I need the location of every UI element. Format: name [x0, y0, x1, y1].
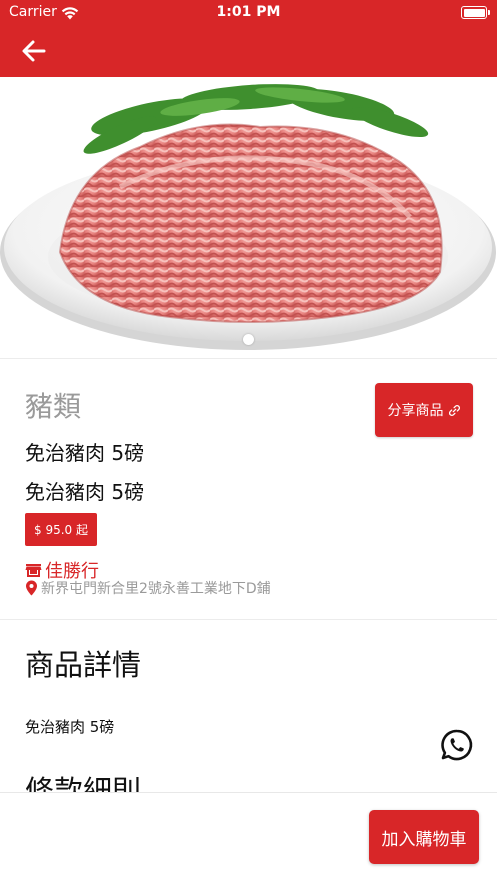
share-button-label: 分享商品 [387, 403, 444, 419]
shop-address: 新界屯門新合里2號永善工業地下D鋪 [25, 578, 271, 598]
status-bar: Carrier 1:01 PM [0, 0, 497, 26]
link-icon [448, 404, 460, 416]
whatsapp-icon[interactable] [440, 728, 474, 762]
carousel-page-dot[interactable] [243, 334, 254, 345]
location-pin-icon [26, 580, 37, 596]
terms-heading: 條款細則 [25, 774, 142, 793]
clock-time: 1:01 PM [216, 4, 281, 20]
product-details-heading: 商品詳情 [25, 648, 142, 682]
product-image-carousel[interactable] [0, 77, 497, 358]
address-text: 新界屯門新合里2號永善工業地下D鋪 [41, 581, 271, 597]
divider [0, 358, 497, 359]
back-arrow-icon[interactable] [18, 36, 50, 66]
add-to-cart-button[interactable]: 加入購物車 [369, 810, 479, 864]
product-subtitle: 免治豬肉 5磅 [25, 480, 145, 504]
divider [0, 619, 497, 620]
product-image [0, 77, 497, 358]
nav-bar [0, 26, 497, 77]
product-description: 免治豬肉 5磅 [25, 718, 115, 736]
price-badge: $ 95.0 起 [25, 513, 97, 546]
product-title: 免治豬肉 5磅 [25, 441, 145, 465]
product-category: 豬類 [25, 390, 82, 423]
store-icon [25, 563, 42, 577]
share-product-button[interactable]: 分享商品 [375, 383, 473, 437]
battery-icon [461, 6, 490, 19]
